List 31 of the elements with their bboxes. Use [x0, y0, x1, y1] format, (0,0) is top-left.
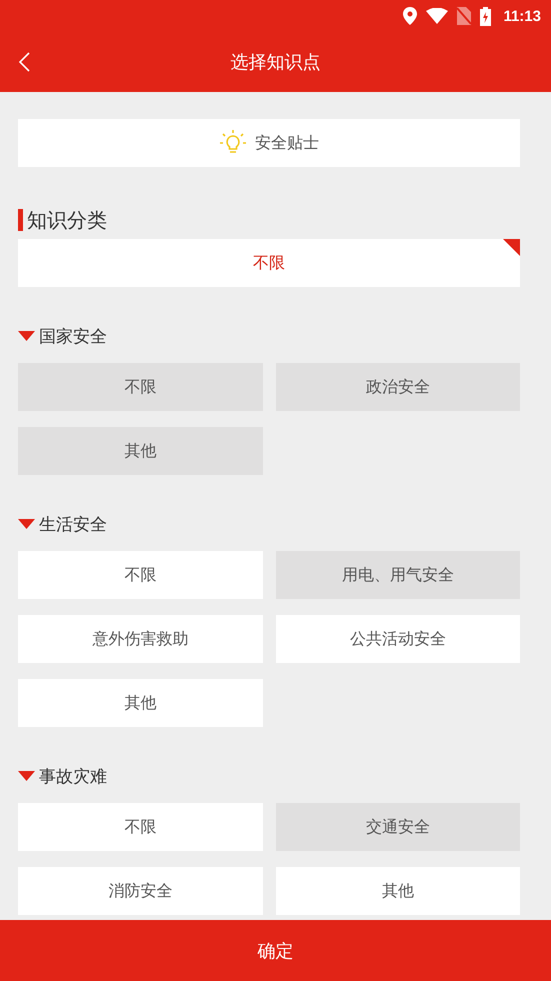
option-button[interactable]: 消防安全	[18, 867, 263, 915]
location-icon	[403, 7, 418, 25]
page-title: 选择知识点	[230, 51, 320, 74]
status-time: 11:13	[503, 8, 541, 24]
section-heading: 知识分类	[27, 206, 107, 234]
option-button[interactable]: 公共活动安全	[276, 615, 520, 663]
option-button[interactable]: 不限	[18, 551, 263, 599]
confirm-button[interactable]: 确定	[0, 920, 551, 981]
expanded-triangle-icon[interactable]	[18, 519, 35, 529]
heading-accent-bar	[18, 209, 23, 231]
option-button[interactable]: 政治安全	[276, 363, 520, 411]
option-button[interactable]: 交通安全	[276, 803, 520, 851]
no-sim-icon	[457, 7, 472, 25]
battery-charging-icon	[480, 6, 492, 26]
back-icon[interactable]	[18, 52, 30, 72]
option-button[interactable]: 其他	[18, 427, 263, 475]
wifi-icon	[426, 8, 448, 24]
option-button[interactable]: 不限	[18, 803, 263, 851]
expanded-triangle-icon[interactable]	[18, 331, 35, 341]
expanded-triangle-icon[interactable]	[18, 771, 35, 781]
option-button[interactable]: 意外伤害救助	[18, 615, 263, 663]
group-title: 生活安全	[39, 514, 107, 536]
option-button[interactable]: 用电、用气安全	[276, 551, 520, 599]
option-button[interactable]: 其他	[18, 679, 263, 727]
group-title: 事故灾难	[39, 766, 107, 788]
safety-tips-button[interactable]: 安全贴士	[18, 119, 520, 167]
option-button[interactable]: 其他	[276, 867, 520, 915]
group-title: 国家安全	[39, 326, 107, 348]
option-button[interactable]: 不限	[18, 363, 263, 411]
category-option[interactable]: 不限	[18, 239, 520, 287]
selected-corner-icon	[503, 239, 520, 256]
